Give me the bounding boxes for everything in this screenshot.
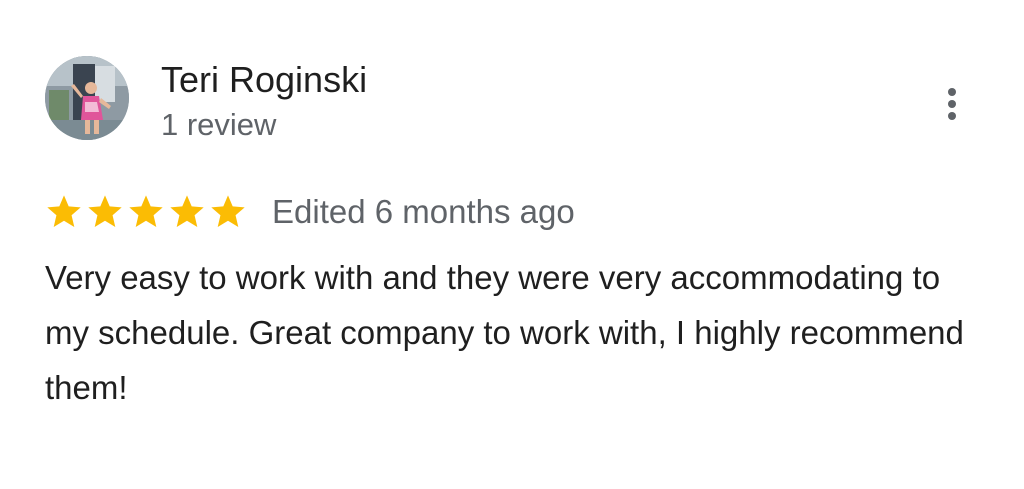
star-icon (47, 195, 81, 227)
more-vert-icon-dot (948, 100, 956, 108)
avatar[interactable] (45, 56, 129, 140)
review-text: Very easy to work with and they were ver… (45, 259, 964, 406)
author-name[interactable]: Teri Roginski (161, 58, 367, 102)
more-vert-icon-dot (948, 112, 956, 120)
review-count[interactable]: 1 review (161, 105, 276, 145)
avatar-photo (45, 56, 129, 140)
star-icon (129, 195, 163, 227)
star-rating (44, 192, 248, 232)
star-icon (88, 195, 122, 227)
star-icon (170, 195, 204, 227)
edited-timestamp: Edited 6 months ago (272, 193, 575, 230)
more-options-button[interactable] (928, 80, 976, 128)
review-card: Teri Roginski 1 review Edited 6 months a… (0, 0, 1024, 489)
more-vert-icon (948, 88, 956, 96)
star-icon (211, 195, 245, 227)
rating-row: Edited 6 months ago (44, 188, 575, 236)
